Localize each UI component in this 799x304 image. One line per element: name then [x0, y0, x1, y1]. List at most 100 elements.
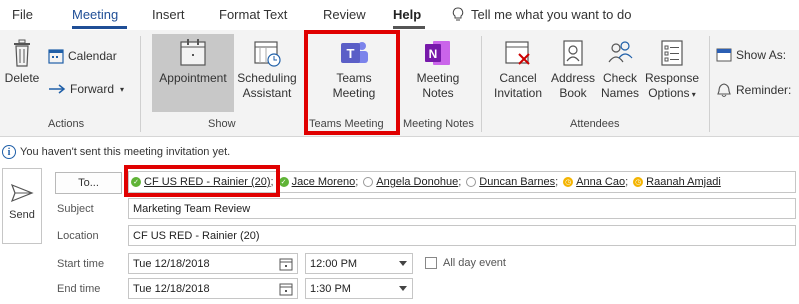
- room-highlight-box: [124, 165, 280, 197]
- scheduling-assistant-button[interactable]: Scheduling Assistant: [234, 38, 300, 101]
- location-label: Location: [57, 230, 99, 242]
- start-time-picker[interactable]: 12:00 PM: [305, 253, 413, 274]
- appointment-label: Appointment: [159, 71, 227, 85]
- tab-meeting[interactable]: Meeting: [72, 7, 118, 22]
- lightbulb-icon: [452, 7, 464, 21]
- tab-insert[interactable]: Insert: [152, 7, 185, 22]
- calendar-label: Calendar: [68, 49, 117, 63]
- recipient-name: Jace Moreno: [291, 176, 356, 188]
- tab-review[interactable]: Review: [323, 7, 366, 22]
- tab-file[interactable]: File: [12, 7, 33, 22]
- group-separator: [140, 36, 141, 132]
- address-book-icon: [563, 40, 583, 66]
- subject-label: Subject: [57, 203, 94, 215]
- tab-format-text[interactable]: Format Text: [219, 7, 287, 22]
- status-available-icon: ✓: [278, 177, 289, 187]
- scheduling-assistant-icon: [254, 41, 281, 67]
- response-options-button[interactable]: Response Options ▾: [642, 38, 702, 102]
- attendees-group-label: Attendees: [570, 118, 620, 130]
- all-day-checkbox[interactable]: [425, 257, 437, 269]
- chevron-down-icon[interactable]: [399, 261, 407, 266]
- all-day-label: All day event: [443, 257, 506, 269]
- show-as-label: Show As:: [736, 48, 787, 62]
- recipient[interactable]: Angela Donohue;: [363, 176, 461, 188]
- onenote-icon: N: [425, 41, 450, 65]
- start-date-value: Tue 12/18/2018: [133, 257, 210, 270]
- address-label-2: Book: [559, 86, 587, 100]
- recipient[interactable]: ◷ Anna Cao;: [563, 176, 628, 188]
- end-time-label: End time: [57, 283, 101, 295]
- forward-button[interactable]: Forward ▾: [48, 82, 124, 96]
- end-date-picker[interactable]: Tue 12/18/2018: [128, 278, 298, 299]
- recipient[interactable]: ◷ Raanah Amjadi: [633, 176, 721, 188]
- status-offline-icon: [363, 177, 374, 187]
- meeting-notes-button[interactable]: N Meeting Notes: [408, 38, 468, 101]
- chevron-down-icon[interactable]: [399, 286, 407, 291]
- forward-arrow-icon: [49, 84, 66, 94]
- cancel-invitation-button[interactable]: Cancel Invitation: [488, 38, 548, 101]
- trash-icon: [14, 39, 30, 67]
- response-label-2: Options: [648, 86, 690, 100]
- forward-label: Forward: [70, 82, 115, 96]
- tell-me-text: Tell me what you want to do: [471, 7, 632, 22]
- check-names-button[interactable]: Check Names: [598, 38, 642, 101]
- appointment-button[interactable]: Appointment: [152, 38, 234, 86]
- start-time-label: Start time: [57, 258, 105, 270]
- location-value: CF US RED - Rainier (20): [133, 229, 260, 242]
- recipient-name: Duncan Barnes: [479, 176, 556, 188]
- to-button[interactable]: To...: [55, 172, 122, 194]
- end-time-picker[interactable]: 1:30 PM: [305, 278, 413, 299]
- send-button[interactable]: Send: [2, 168, 42, 244]
- end-date-value: Tue 12/18/2018: [133, 282, 210, 295]
- delete-label: Delete: [4, 71, 40, 85]
- tab-help[interactable]: Help: [393, 7, 421, 22]
- group-separator: [481, 36, 482, 132]
- check-label-1: Check: [602, 71, 637, 85]
- end-time-value: 1:30 PM: [310, 282, 351, 295]
- start-date-picker[interactable]: Tue 12/18/2018: [128, 253, 298, 274]
- status-away-icon: ◷: [633, 177, 644, 187]
- status-away-icon: ◷: [563, 177, 574, 187]
- calendar-picker-icon[interactable]: [279, 282, 293, 296]
- info-icon: i: [2, 145, 16, 159]
- scheduling-label-1: Scheduling: [237, 71, 297, 85]
- cancel-label-2: Invitation: [493, 86, 543, 100]
- show-as-control[interactable]: Show As:: [716, 48, 786, 62]
- actions-group-label: Actions: [48, 118, 85, 130]
- recipient-name: Raanah Amjadi: [646, 176, 721, 188]
- ribbon-tab-bar: File Meeting Insert Format Text Review H…: [0, 0, 799, 30]
- delete-button[interactable]: Delete: [4, 38, 40, 86]
- group-separator: [709, 36, 710, 132]
- chevron-down-icon: ▾: [120, 84, 125, 94]
- recipient-name: Angela Donohue: [376, 176, 459, 188]
- info-message: You haven't sent this meeting invitation…: [20, 146, 231, 158]
- check-label-2: Names: [600, 86, 639, 100]
- check-names-icon: [608, 41, 633, 63]
- info-bar: i You haven't sent this meeting invitati…: [0, 141, 799, 163]
- notes-label-1: Meeting: [416, 71, 460, 85]
- active-tab-indicator: [72, 26, 127, 29]
- calendar-icon: [48, 49, 64, 64]
- show-as-icon: [716, 48, 732, 62]
- notes-group-label: Meeting Notes: [403, 118, 474, 130]
- appointment-icon: [180, 39, 206, 66]
- status-offline-icon: [466, 177, 477, 187]
- recipient[interactable]: ✓ Jace Moreno;: [278, 176, 358, 188]
- send-label: Send: [9, 209, 35, 221]
- cancel-calendar-icon: [505, 41, 530, 65]
- calendar-button[interactable]: Calendar: [48, 48, 117, 64]
- subject-field[interactable]: Marketing Team Review: [128, 198, 796, 219]
- address-book-button[interactable]: Address Book: [549, 38, 597, 101]
- recipient-name: Anna Cao: [576, 176, 626, 188]
- show-group-label: Show: [208, 118, 236, 130]
- reminder-control[interactable]: Reminder:: [716, 82, 791, 98]
- calendar-picker-icon[interactable]: [279, 257, 293, 271]
- tell-me-box[interactable]: Tell me what you want to do: [452, 7, 631, 22]
- recipient[interactable]: Duncan Barnes;: [466, 176, 558, 188]
- response-label-1: Response: [644, 71, 700, 85]
- svg-text:N: N: [429, 47, 438, 61]
- address-label-1: Address: [550, 71, 596, 85]
- scheduling-label-2: Assistant: [242, 86, 292, 100]
- location-field[interactable]: CF US RED - Rainier (20): [128, 225, 796, 246]
- bell-icon: [717, 83, 731, 97]
